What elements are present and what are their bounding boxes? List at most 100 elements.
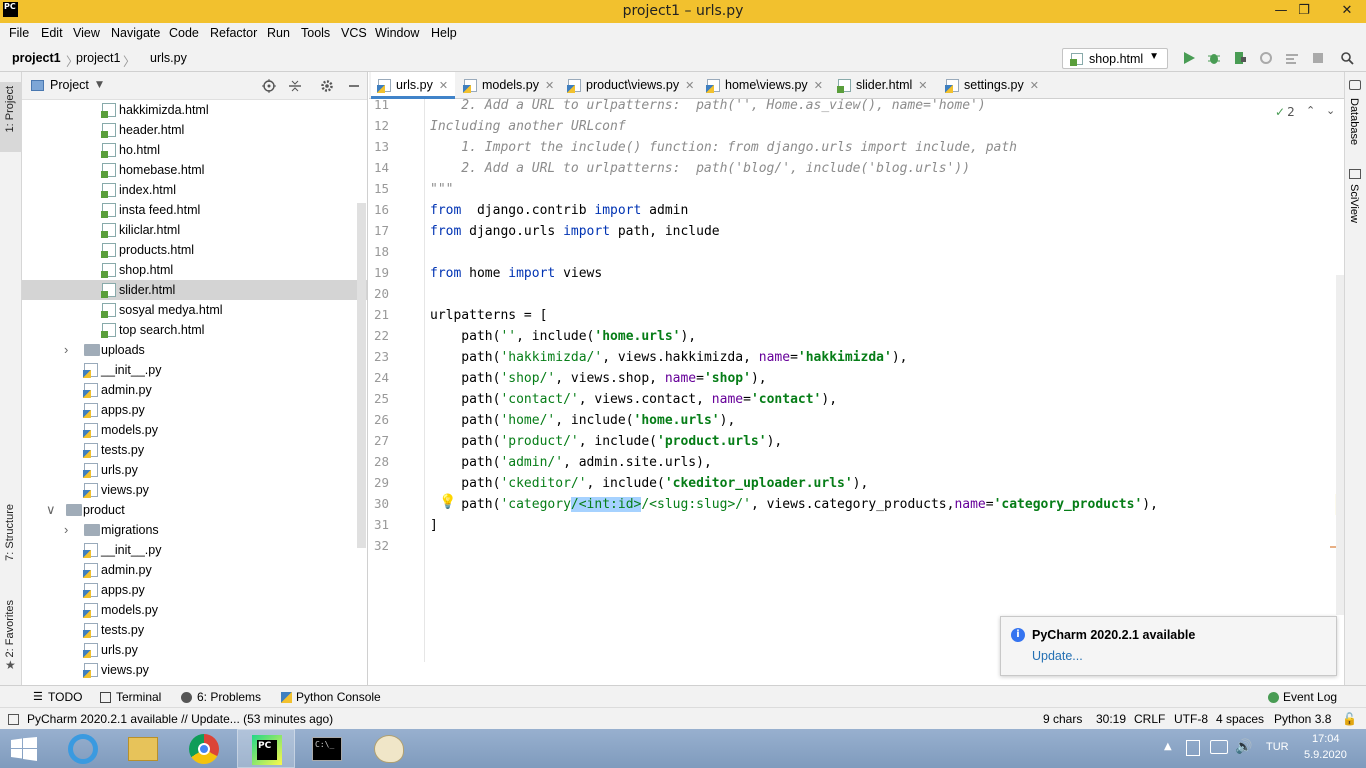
problems-tool-button[interactable]: 6: Problems — [197, 690, 261, 704]
tree-file[interactable]: tests.py — [22, 620, 367, 640]
collapse-all-icon[interactable] — [288, 79, 302, 93]
tree-file[interactable]: products.html — [22, 240, 367, 260]
chevron-down-icon[interactable]: ∨ — [46, 500, 56, 520]
hide-panel-icon[interactable] — [347, 79, 361, 93]
tree-file[interactable]: views.py — [22, 480, 367, 500]
close-icon[interactable]: ✕ — [814, 80, 823, 92]
structure-tool-tab[interactable]: 7: Structure — [4, 504, 16, 561]
network-icon[interactable] — [1210, 740, 1228, 754]
tree-file[interactable]: urls.py — [22, 640, 367, 660]
tree-file[interactable]: tests.py — [22, 440, 367, 460]
tree-file[interactable]: admin.py — [22, 380, 367, 400]
windows-start-icon[interactable] — [11, 737, 37, 761]
menu-vcs[interactable]: VCS — [335, 23, 373, 40]
profile-icon[interactable] — [1259, 51, 1273, 65]
tree-folder[interactable]: ∨ product — [22, 500, 367, 520]
lightbulb-icon[interactable]: 💡 — [439, 494, 456, 510]
close-icon[interactable]: ✕ — [685, 80, 694, 92]
tree-file[interactable]: sosyal medya.html — [22, 300, 367, 320]
clock-time[interactable]: 17:04 — [1312, 733, 1340, 745]
event-log-button[interactable]: Event Log — [1283, 690, 1337, 704]
status-message[interactable]: PyCharm 2020.2.1 available // Update... … — [27, 712, 333, 726]
indent-setting[interactable]: 4 spaces — [1216, 712, 1264, 726]
file-encoding[interactable]: UTF-8 — [1174, 712, 1208, 726]
menu-tools[interactable]: Tools — [295, 23, 336, 40]
editor-tab[interactable]: models.py ✕ — [457, 72, 559, 99]
tree-file[interactable]: kiliclar.html — [22, 220, 367, 240]
update-link[interactable]: Update... — [1032, 649, 1083, 663]
inspection-ok-icon[interactable]: ✓ 2 — [1275, 105, 1295, 119]
chrome-taskbar-button[interactable] — [175, 729, 233, 768]
search-icon[interactable] — [1340, 51, 1354, 65]
chevron-right-icon[interactable]: › — [64, 520, 68, 540]
tree-file[interactable]: shop.html — [22, 260, 367, 280]
status-toggle-icon[interactable] — [8, 714, 19, 725]
tree-file[interactable]: admin.py — [22, 560, 367, 580]
chevron-up-icon[interactable]: ⌃ — [1306, 104, 1315, 117]
python-interpreter[interactable]: Python 3.8 — [1274, 712, 1331, 726]
clock-date[interactable]: 5.9.2020 — [1304, 749, 1347, 761]
menu-window[interactable]: Window — [369, 23, 425, 40]
tree-file[interactable]: __init__.py — [22, 360, 367, 380]
editor-tab[interactable]: product\views.py ✕ — [561, 72, 698, 99]
run-with-coverage-icon[interactable] — [1233, 51, 1247, 65]
menu-refactor[interactable]: Refactor — [204, 23, 263, 40]
python-console-tool-button[interactable]: Python Console — [296, 690, 381, 704]
editor-tab[interactable]: slider.html ✕ — [831, 72, 937, 99]
tree-file[interactable]: views.py — [22, 660, 367, 680]
run-icon[interactable] — [1182, 51, 1196, 65]
tree-file[interactable]: homebase.html — [22, 160, 367, 180]
breadcrumb-project[interactable]: project1 — [12, 51, 61, 65]
pycharm-taskbar-button[interactable]: PC — [237, 729, 295, 768]
cmd-taskbar-button[interactable]: C:\_ — [298, 729, 356, 768]
project-tool-tab-label[interactable]: 1: Project — [4, 86, 16, 132]
lock-icon[interactable]: 🔓 — [1342, 712, 1357, 726]
tree-file[interactable]: apps.py — [22, 400, 367, 420]
tree-file[interactable]: urls.py — [22, 460, 367, 480]
tree-file[interactable]: __init__.py — [22, 540, 367, 560]
restore-icon[interactable]: ❐ — [1286, 0, 1322, 23]
menu-code[interactable]: Code — [163, 23, 205, 40]
close-icon[interactable]: ✕ — [545, 80, 554, 92]
tree-file[interactable]: slider.html — [22, 280, 367, 300]
ie-taskbar-button[interactable] — [54, 729, 112, 768]
tree-file[interactable]: models.py — [22, 420, 367, 440]
tree-folder[interactable]: › uploads — [22, 340, 367, 360]
terminal-tool-button[interactable]: Terminal — [116, 690, 161, 704]
code-editor[interactable]: 2. Add a URL to urlpatterns: path('', Ho… — [425, 99, 1335, 662]
close-icon[interactable]: ✕ — [1030, 80, 1039, 92]
database-tool-tab[interactable]: Database — [1348, 98, 1360, 145]
editor-tab[interactable]: urls.py ✕ — [371, 72, 455, 99]
tree-file[interactable]: index.html — [22, 180, 367, 200]
tree-file[interactable]: hakkimizda.html — [22, 100, 367, 120]
editor-tab[interactable]: home\views.py ✕ — [700, 72, 829, 99]
tree-file[interactable]: ho.html — [22, 140, 367, 160]
explorer-taskbar-button[interactable] — [114, 729, 172, 768]
chevron-down-icon[interactable]: ⌄ — [1326, 104, 1335, 117]
input-language[interactable]: TUR — [1266, 741, 1289, 753]
project-panel-title[interactable]: Project — [50, 78, 89, 92]
locate-file-icon[interactable] — [262, 79, 276, 93]
tree-file[interactable]: apps.py — [22, 580, 367, 600]
caret-position[interactable]: 30:19 — [1096, 712, 1126, 726]
menu-navigate[interactable]: Navigate — [105, 23, 166, 40]
tree-file[interactable]: insta feed.html — [22, 200, 367, 220]
project-scrollbar[interactable] — [357, 203, 366, 548]
menu-run[interactable]: Run — [261, 23, 296, 40]
concurrency-icon[interactable] — [1285, 51, 1299, 65]
sciview-tool-tab[interactable]: SciView — [1348, 184, 1360, 223]
tree-file[interactable]: models.py — [22, 600, 367, 620]
menu-help[interactable]: Help — [425, 23, 463, 40]
volume-icon[interactable]: 🔊 — [1235, 739, 1252, 755]
line-separator[interactable]: CRLF — [1134, 712, 1165, 726]
menu-file[interactable]: File — [3, 23, 35, 40]
tree-folder[interactable]: › migrations — [22, 520, 367, 540]
breadcrumb-file[interactable]: urls.py — [150, 51, 187, 65]
show-hidden-icons-icon[interactable]: ▲ — [1164, 741, 1172, 752]
tree-file[interactable]: header.html — [22, 120, 367, 140]
chevron-down-icon[interactable]: ▼ — [96, 80, 103, 90]
todo-tool-button[interactable]: TODO — [48, 690, 82, 704]
breadcrumb-folder[interactable]: project1 — [76, 51, 120, 65]
chevron-right-icon[interactable]: › — [64, 340, 68, 360]
editor-tab[interactable]: settings.py ✕ — [939, 72, 1047, 99]
